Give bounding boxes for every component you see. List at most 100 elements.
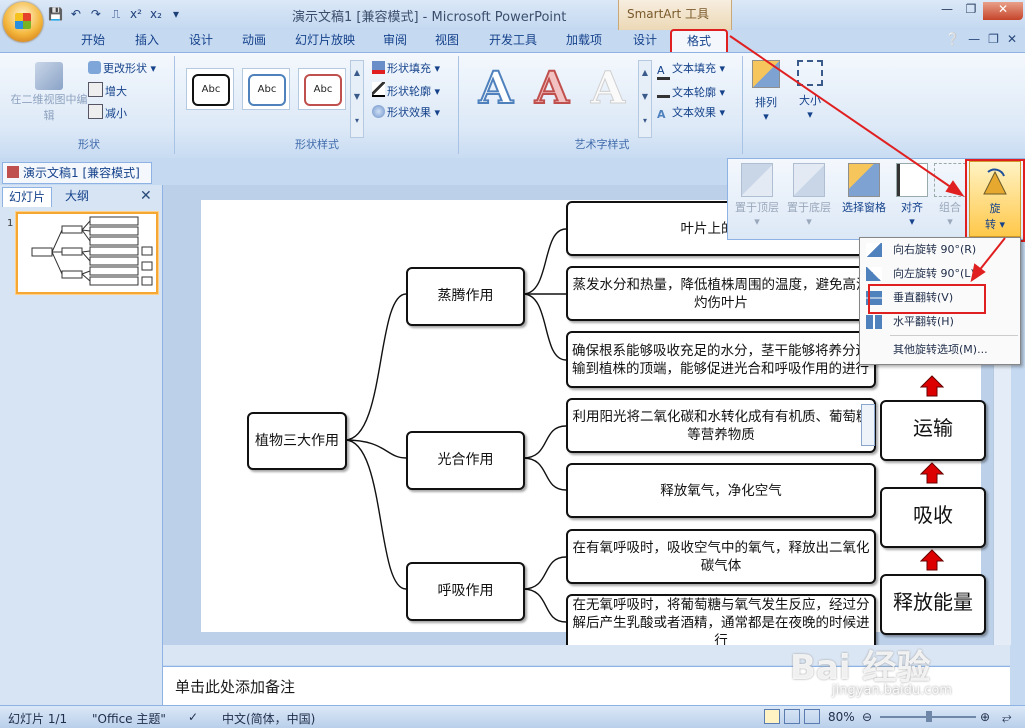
wordart-scroll[interactable]: ▲ ▼ ▾ <box>638 60 652 138</box>
diagram-leaf-node[interactable]: 释放氧气，净化空气 <box>566 463 876 518</box>
status-language[interactable]: 中文(简体，中国) <box>222 710 315 727</box>
help-icon[interactable]: ❔ <box>945 32 960 46</box>
tab-outline[interactable]: 大纲 <box>52 187 102 206</box>
tab-design[interactable]: 设计 <box>178 30 224 52</box>
wordart-style-1[interactable]: A <box>468 63 524 116</box>
edit-2d-label: 在二维视图中编辑 <box>10 93 88 122</box>
zoom-slider-thumb[interactable] <box>926 711 932 722</box>
close-icon[interactable]: ✕ <box>983 2 1023 20</box>
ribbon-restore-icon[interactable]: ❐ <box>988 32 999 46</box>
ribbon-minimize-icon[interactable]: — <box>968 32 980 46</box>
shape-style-3[interactable]: Abc <box>298 68 346 110</box>
group-icon <box>934 163 966 197</box>
ribbon-close-icon[interactable]: ✕ <box>1007 32 1017 46</box>
style-sample-2: Abc <box>248 74 286 106</box>
wordart-style-3[interactable]: A <box>580 63 636 116</box>
spellcheck-icon[interactable]: ✓ <box>188 710 198 724</box>
minimize-icon[interactable]: — <box>935 2 959 20</box>
selection-pane-button[interactable]: 选择窗格 <box>836 159 892 237</box>
bring-front-icon <box>741 163 773 197</box>
status-theme[interactable]: "Office 主题" <box>92 710 166 727</box>
tab-developer[interactable]: 开发工具 <box>478 30 548 52</box>
shape-effects-label: 形状效果 <box>387 106 431 119</box>
align-button[interactable]: 对齐 ▾ <box>894 159 930 237</box>
text-outline-label: 文本轮廓 <box>672 86 716 99</box>
process-box[interactable]: 吸收 <box>880 487 986 548</box>
wordart-style-2[interactable]: A <box>524 63 580 116</box>
change-shape-button[interactable]: 更改形状 ▾ <box>88 60 156 76</box>
shape-effects-button[interactable]: 形状效果 ▾ <box>372 104 440 120</box>
smartart-text-pane-handle[interactable] <box>861 404 875 446</box>
diagram-branch-node[interactable]: 蒸腾作用 <box>406 267 525 326</box>
customize-qat-icon[interactable]: ▾ <box>169 7 183 21</box>
normal-view-icon[interactable] <box>764 709 780 724</box>
superscript-icon[interactable]: x² <box>129 7 143 21</box>
shape-styles-scroll[interactable]: ▲ ▼ ▾ <box>350 60 364 138</box>
notes-placeholder[interactable]: 单击此处添加备注 <box>175 676 295 697</box>
pane-close-icon[interactable]: ✕ <box>140 188 152 204</box>
diagram-leaf-node[interactable]: 确保根系能够吸收充足的水分，茎干能够将养分运输到植株的顶端，能够促进光合和呼吸作… <box>566 331 876 388</box>
group-button[interactable]: 组合 ▾ <box>932 159 968 237</box>
restore-icon[interactable]: ❐ <box>959 2 983 20</box>
save-icon[interactable]: 💾 <box>48 7 63 21</box>
edit-in-2d-button[interactable]: 在二维视图中编辑 <box>8 62 90 124</box>
tab-review[interactable]: 审阅 <box>374 30 416 52</box>
zoom-out-icon[interactable]: ⊖ <box>862 710 872 724</box>
process-box[interactable]: 释放能量 <box>880 574 986 635</box>
larger-button[interactable]: 增大 <box>88 82 127 99</box>
tab-animation[interactable]: 动画 <box>231 30 277 52</box>
menu-rotate-right[interactable]: 向右旋转 90°(R) <box>860 238 1020 262</box>
tab-insert[interactable]: 插入 <box>124 30 170 52</box>
diagram-branch-node[interactable]: 呼吸作用 <box>406 562 525 621</box>
slide-sorter-icon[interactable] <box>784 709 800 724</box>
process-box[interactable]: 运输 <box>880 400 986 461</box>
selection-pane-icon <box>848 163 880 197</box>
shape-outline-label: 形状轮廓 <box>387 85 431 98</box>
flip-horizontal-icon <box>866 315 882 329</box>
menu-rotate-left[interactable]: 向左旋转 90°(L) <box>860 262 1020 286</box>
slideshow-view-icon[interactable] <box>804 709 820 724</box>
tab-view[interactable]: 视图 <box>426 30 468 52</box>
redo-icon[interactable]: ↷ <box>89 7 103 21</box>
text-fill-icon: A <box>657 64 670 80</box>
diagram-leaf-node[interactable]: 利用阳光将二氧化碳和水转化成有有机质、葡萄糖等营养物质 <box>566 398 876 453</box>
print-preview-icon[interactable]: ⎍ <box>109 7 123 22</box>
wordart-group-label: 艺术字样式 <box>574 138 630 151</box>
text-outline-button[interactable]: 文本轮廓 ▾ <box>657 82 725 100</box>
tab-slideshow[interactable]: 幻灯片放映 <box>285 30 365 52</box>
diagram-leaf-node[interactable]: 蒸发水分和热量，降低植株周围的温度，避免高温灼伤叶片 <box>566 266 876 321</box>
text-effects-button[interactable]: A 文本效果 ▾ <box>657 104 725 121</box>
tab-smartart-design[interactable]: 设计 <box>622 30 668 52</box>
document-tab[interactable]: 演示文稿1 [兼容模式] <box>2 162 152 184</box>
window-title: 演示文稿1 [兼容模式] - Microsoft PowerPoint <box>292 10 567 25</box>
slide-thumbnail[interactable] <box>16 212 158 294</box>
shape-style-1[interactable]: Abc <box>186 68 234 110</box>
text-fill-button[interactable]: A 文本填充 ▾ <box>657 60 725 80</box>
watermark-logo: Bai 经验 <box>790 648 931 688</box>
bring-to-front-button[interactable]: 置于顶层 ▾ <box>732 159 782 237</box>
zoom-level[interactable]: 80% <box>828 710 855 724</box>
arrange-button[interactable]: 排列 ▾ <box>748 60 784 123</box>
office-button[interactable] <box>3 2 43 42</box>
diagram-leaf-node[interactable]: 在有氧呼吸时，吸收空气中的氧气，释放出二氧化碳气体 <box>566 529 876 584</box>
subscript-icon[interactable]: x₂ <box>149 7 163 21</box>
send-to-back-button[interactable]: 置于底层 ▾ <box>784 159 834 237</box>
tab-home[interactable]: 开始 <box>70 30 116 52</box>
smaller-button[interactable]: 减小 <box>88 104 127 121</box>
zoom-in-icon[interactable]: ⊕ <box>980 710 990 724</box>
diagram-branch-node[interactable]: 光合作用 <box>406 431 525 490</box>
tab-slides[interactable]: 幻灯片 <box>2 187 52 207</box>
shape-style-2[interactable]: Abc <box>242 68 290 110</box>
shape-outline-button[interactable]: 形状轮廓 ▾ <box>372 82 440 99</box>
bring-front-label: 置于顶层 <box>735 201 779 214</box>
shape-fill-button[interactable]: 形状填充 ▾ <box>372 60 440 76</box>
tab-addins[interactable]: 加载项 <box>556 30 612 52</box>
diagram-root-node[interactable]: 植物三大作用 <box>247 412 347 470</box>
menu-more-rotation[interactable]: 其他旋转选项(M)... <box>860 338 1020 362</box>
size-button[interactable]: 大小 ▾ <box>792 60 828 121</box>
fit-window-icon[interactable]: ⥂ <box>1002 710 1012 725</box>
smaller-label: 减小 <box>105 107 127 120</box>
tab-format[interactable]: 格式 <box>670 29 728 54</box>
effects-icon <box>372 105 385 118</box>
undo-icon[interactable]: ↶ <box>69 7 83 21</box>
